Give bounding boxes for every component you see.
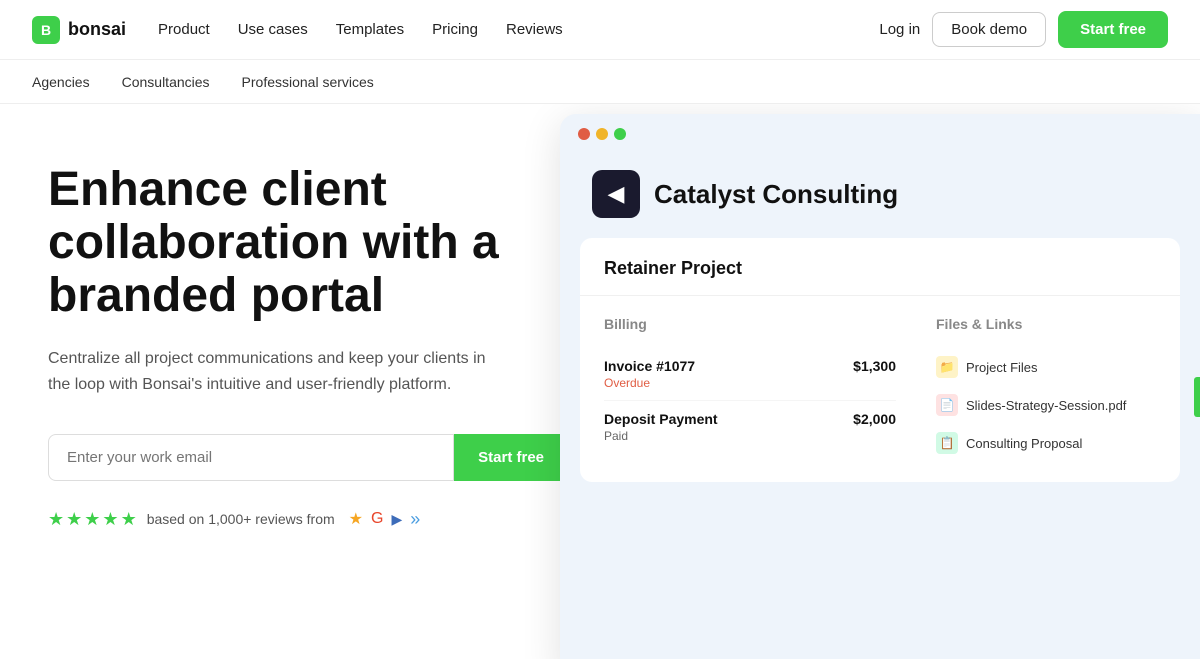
login-button[interactable]: Log in bbox=[879, 21, 920, 38]
portal-window: ◀ Catalyst Consulting Retainer Project B… bbox=[560, 114, 1200, 659]
invoice-status: Overdue bbox=[604, 376, 695, 390]
book-demo-button[interactable]: Book demo bbox=[932, 12, 1046, 47]
hero-title: Enhance client collaboration with a bran… bbox=[48, 164, 568, 322]
portal-company-logo: ◀ bbox=[592, 170, 640, 218]
header-left: B bonsai Product Use cases Templates Pri… bbox=[32, 16, 563, 44]
capterra-logo: ▶ bbox=[391, 511, 402, 528]
hero-subtitle: Centralize all project communications an… bbox=[48, 346, 488, 397]
review-logos: ★ G ▶ » bbox=[349, 509, 421, 530]
deposit-status: Paid bbox=[604, 429, 718, 443]
nav-templates[interactable]: Templates bbox=[336, 21, 404, 38]
dot-maximize bbox=[614, 128, 626, 140]
main-nav: Product Use cases Templates Pricing Revi… bbox=[158, 21, 563, 38]
portal-card-header: Retainer Project bbox=[580, 238, 1180, 296]
star-4: ★ bbox=[102, 509, 118, 530]
nav-pricing[interactable]: Pricing bbox=[432, 21, 478, 38]
appsumo-logo: ★ bbox=[349, 509, 363, 529]
portal-project-title: Retainer Project bbox=[604, 258, 742, 278]
portal-logo-icon: ◀ bbox=[608, 181, 625, 207]
subnav-consultancies[interactable]: Consultancies bbox=[122, 74, 210, 90]
star-2: ★ bbox=[66, 509, 82, 530]
window-dots bbox=[560, 114, 1200, 154]
portal-preview: ◀ Catalyst Consulting Retainer Project B… bbox=[540, 104, 1200, 659]
deposit-name: Deposit Payment bbox=[604, 411, 718, 427]
getapp-logo: » bbox=[410, 509, 420, 530]
folder-icon: 📁 bbox=[936, 356, 958, 378]
sidebar-indicator bbox=[1194, 377, 1200, 417]
nav-reviews[interactable]: Reviews bbox=[506, 21, 563, 38]
files-label: Files & Links bbox=[936, 316, 1156, 332]
star-1: ★ bbox=[48, 509, 64, 530]
billing-item-invoice: Invoice #1077 Overdue $1,300 bbox=[604, 348, 896, 401]
g2-logo: G bbox=[371, 510, 383, 528]
hero-section: Enhance client collaboration with a bran… bbox=[0, 104, 600, 659]
file-item-proposal[interactable]: 📋 Consulting Proposal bbox=[936, 424, 1156, 462]
file-item-slides[interactable]: 📄 Slides-Strategy-Session.pdf bbox=[936, 386, 1156, 424]
header-right: Log in Book demo Start free bbox=[879, 11, 1168, 48]
star-5: ★ bbox=[121, 509, 137, 530]
logo[interactable]: B bonsai bbox=[32, 16, 126, 44]
portal-company-name: Catalyst Consulting bbox=[654, 179, 898, 210]
dot-minimize bbox=[596, 128, 608, 140]
reviews-section: ★ ★ ★ ★ ★ based on 1,000+ reviews from ★… bbox=[48, 509, 568, 530]
subnav-agencies[interactable]: Agencies bbox=[32, 74, 90, 90]
dot-close bbox=[578, 128, 590, 140]
start-free-header-button[interactable]: Start free bbox=[1058, 11, 1168, 48]
files-section: Files & Links 📁 Project Files 📄 Slides-S… bbox=[936, 316, 1156, 462]
email-input[interactable] bbox=[48, 434, 454, 481]
file-item-project[interactable]: 📁 Project Files bbox=[936, 348, 1156, 386]
portal-card: Retainer Project Billing Invoice #1077 O… bbox=[580, 238, 1180, 482]
nav-product[interactable]: Product bbox=[158, 21, 210, 38]
billing-item-deposit: Deposit Payment Paid $2,000 bbox=[604, 401, 896, 453]
nav-use-cases[interactable]: Use cases bbox=[238, 21, 308, 38]
billing-section: Billing Invoice #1077 Overdue $1,300 Dep… bbox=[604, 316, 896, 462]
deposit-amount: $2,000 bbox=[853, 411, 896, 427]
proposal-icon: 📋 bbox=[936, 432, 958, 454]
email-form: Start free bbox=[48, 434, 568, 481]
subnav: Agencies Consultancies Professional serv… bbox=[0, 60, 1200, 104]
logo-text: bonsai bbox=[68, 19, 126, 40]
header: B bonsai Product Use cases Templates Pri… bbox=[0, 0, 1200, 60]
star-rating: ★ ★ ★ ★ ★ bbox=[48, 509, 137, 530]
star-3: ★ bbox=[84, 509, 100, 530]
logo-icon: B bbox=[32, 16, 60, 44]
invoice-name: Invoice #1077 bbox=[604, 358, 695, 374]
portal-card-body: Billing Invoice #1077 Overdue $1,300 Dep… bbox=[580, 296, 1180, 482]
pdf-icon: 📄 bbox=[936, 394, 958, 416]
review-text: based on 1,000+ reviews from bbox=[147, 511, 335, 527]
invoice-amount: $1,300 bbox=[853, 358, 896, 374]
portal-header: ◀ Catalyst Consulting bbox=[560, 154, 1200, 238]
subnav-professional-services[interactable]: Professional services bbox=[242, 74, 374, 90]
file-name-slides: Slides-Strategy-Session.pdf bbox=[966, 398, 1126, 413]
file-name-proposal: Consulting Proposal bbox=[966, 436, 1082, 451]
billing-label: Billing bbox=[604, 316, 896, 332]
file-name-project: Project Files bbox=[966, 360, 1038, 375]
main-content: Enhance client collaboration with a bran… bbox=[0, 104, 1200, 659]
